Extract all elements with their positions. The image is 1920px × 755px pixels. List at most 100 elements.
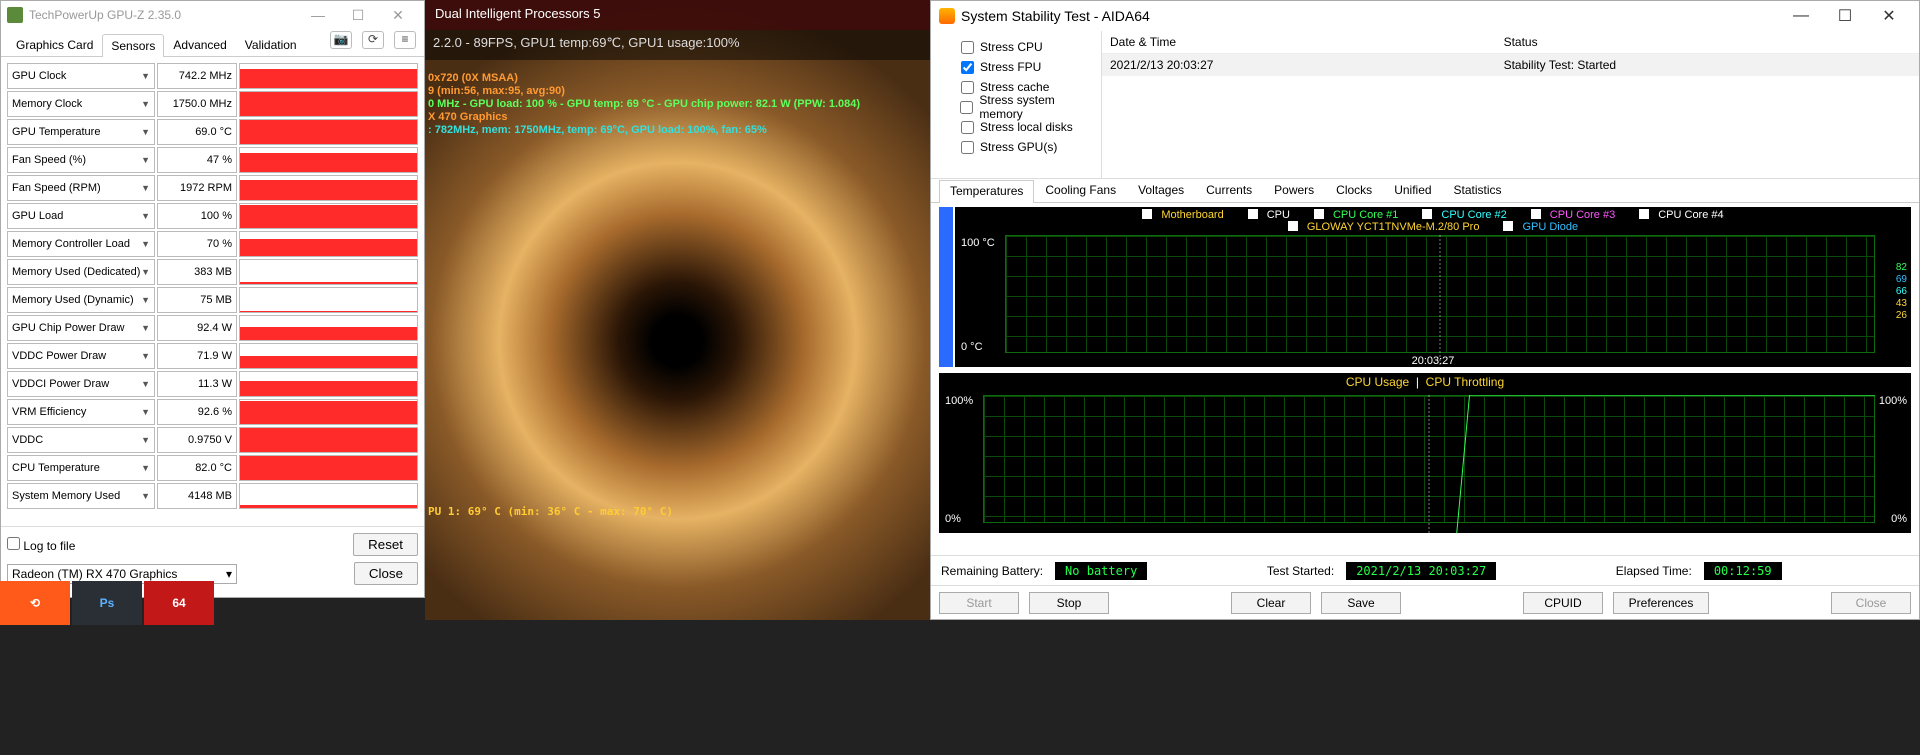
sensor-value: 0.9750 V [157, 427, 237, 453]
sensor-label[interactable]: GPU Load▼ [7, 203, 155, 229]
sensor-graph[interactable] [239, 203, 418, 229]
sensor-value: 4148 MB [157, 483, 237, 509]
aida-close-button-footer[interactable]: Close [1831, 592, 1911, 614]
legend-item[interactable]: CPU [1242, 209, 1296, 221]
sensor-graph[interactable] [239, 259, 418, 285]
temp-readout: 66 [1896, 286, 1907, 298]
aida-tab[interactable]: Cooling Fans [1034, 179, 1127, 202]
aida-titlebar[interactable]: System Stability Test - AIDA64 — ☐ ✕ [931, 1, 1919, 31]
legend-item[interactable]: Motherboard [1136, 209, 1229, 221]
refresh-button[interactable]: ⟳ [362, 31, 384, 49]
taskbar-app-photoshop[interactable]: Ps [72, 581, 142, 625]
aida-tab[interactable]: Powers [1263, 179, 1325, 202]
sensor-label[interactable]: Memory Clock▼ [7, 91, 155, 117]
sensor-row: VRM Efficiency▼ 92.6 % [7, 399, 418, 425]
sensor-graph[interactable] [239, 91, 418, 117]
legend-item[interactable]: GLOWAY YCT1TNVMe-M.2/80 Pro [1282, 221, 1486, 233]
temp-readout: 43 [1896, 298, 1907, 310]
legend-item[interactable]: CPU Core #1 [1308, 209, 1404, 221]
aida-close-button[interactable]: ✕ [1867, 6, 1911, 26]
sensor-row: Fan Speed (%)▼ 47 % [7, 147, 418, 173]
sensor-label[interactable]: CPU Temperature▼ [7, 455, 155, 481]
aida-tab[interactable]: Temperatures [939, 180, 1034, 203]
save-button[interactable]: Save [1321, 592, 1401, 614]
sensor-graph[interactable] [239, 175, 418, 201]
stress-option[interactable]: Stress system memory [939, 97, 1097, 117]
sensor-graph[interactable] [239, 343, 418, 369]
sensor-graph[interactable] [239, 231, 418, 257]
game-titlebar: Dual Intelligent Processors 5 [425, 0, 930, 30]
legend-item[interactable]: CPU Core #3 [1525, 209, 1621, 221]
sensor-label[interactable]: GPU Temperature▼ [7, 119, 155, 145]
sensor-label[interactable]: Fan Speed (%)▼ [7, 147, 155, 173]
taskbar-app-aida64[interactable]: 64 [144, 581, 214, 625]
minimize-button[interactable]: — [298, 7, 338, 23]
stress-options: Stress CPUStress FPUStress cacheStress s… [931, 31, 1101, 178]
sensor-label[interactable]: GPU Chip Power Draw▼ [7, 315, 155, 341]
sensor-row: CPU Temperature▼ 82.0 °C [7, 455, 418, 481]
sensor-label[interactable]: Fan Speed (RPM)▼ [7, 175, 155, 201]
tab-sensors[interactable]: Sensors [102, 34, 164, 57]
sensor-label[interactable]: System Memory Used▼ [7, 483, 155, 509]
screenshot-button[interactable]: 📷 [330, 31, 352, 49]
sensor-row: Memory Clock▼ 1750.0 MHz [7, 91, 418, 117]
aida-tab[interactable]: Voltages [1127, 179, 1195, 202]
sensor-label[interactable]: VDDCI Power Draw▼ [7, 371, 155, 397]
stop-button[interactable]: Stop [1029, 592, 1109, 614]
clear-button[interactable]: Clear [1231, 592, 1311, 614]
sensor-graph[interactable] [239, 315, 418, 341]
sensor-label[interactable]: Memory Controller Load▼ [7, 231, 155, 257]
aida-minimize-button[interactable]: — [1779, 7, 1823, 25]
tab-advanced[interactable]: Advanced [164, 33, 235, 56]
sensor-label[interactable]: Memory Used (Dynamic)▼ [7, 287, 155, 313]
sensor-graph[interactable] [239, 119, 418, 145]
menu-button[interactable]: ≡ [394, 31, 416, 49]
aida-status-bar: Remaining Battery: No battery Test Start… [931, 555, 1919, 585]
preferences-button[interactable]: Preferences [1613, 592, 1709, 614]
sensor-label[interactable]: Memory Used (Dedicated)▼ [7, 259, 155, 285]
taskbar-app-1[interactable]: ⟲ [0, 581, 70, 625]
game-stats-text: 2.2.0 - 89FPS, GPU1 temp:69℃, GPU1 usage… [433, 35, 740, 50]
gpuz-app-icon [7, 7, 23, 23]
start-button[interactable]: Start [939, 592, 1019, 614]
aida-maximize-button[interactable]: ☐ [1823, 6, 1867, 26]
legend-item[interactable]: CPU Core #2 [1416, 209, 1512, 221]
aida-tab[interactable]: Statistics [1443, 179, 1513, 202]
temp-readout: 69 [1896, 274, 1907, 286]
legend-item[interactable]: CPU Core #4 [1633, 209, 1729, 221]
legend-item[interactable]: GPU Diode [1497, 221, 1584, 233]
sensor-graph[interactable] [239, 399, 418, 425]
tab-graphics-card[interactable]: Graphics Card [7, 33, 102, 56]
msi-afterburner-overlay: 0x720 (0X MSAA) 9 (min:56, max:95, avg:9… [428, 72, 860, 137]
sensor-label[interactable]: VRM Efficiency▼ [7, 399, 155, 425]
aida-tab[interactable]: Unified [1383, 179, 1442, 202]
aida-tab[interactable]: Currents [1195, 179, 1263, 202]
cpuid-button[interactable]: CPUID [1523, 592, 1603, 614]
sensor-label[interactable]: VDDC▼ [7, 427, 155, 453]
sensor-graph[interactable] [239, 455, 418, 481]
close-button-footer[interactable]: Close [354, 562, 418, 585]
stress-option[interactable]: Stress FPU [939, 57, 1097, 77]
stress-option[interactable]: Stress GPU(s) [939, 137, 1097, 157]
aida-tab[interactable]: Clocks [1325, 179, 1383, 202]
reset-button[interactable]: Reset [353, 533, 418, 556]
sensor-graph[interactable] [239, 371, 418, 397]
tab-validation[interactable]: Validation [236, 33, 306, 56]
sensor-graph[interactable] [239, 483, 418, 509]
sensor-graph[interactable] [239, 63, 418, 89]
usage-y-top: 100% [945, 395, 973, 407]
close-button[interactable]: ✕ [378, 7, 418, 24]
maximize-button[interactable]: ☐ [338, 7, 378, 24]
stress-option[interactable]: Stress CPU [939, 37, 1097, 57]
log-to-file-checkbox[interactable]: Log to file [7, 537, 75, 553]
temp-right-values: 8269664326 [1896, 262, 1907, 322]
sensor-label[interactable]: GPU Clock▼ [7, 63, 155, 89]
chart-color-bar [939, 207, 953, 367]
sensor-label[interactable]: VDDC Power Draw▼ [7, 343, 155, 369]
sensor-graph[interactable] [239, 427, 418, 453]
aida64-window: System Stability Test - AIDA64 — ☐ ✕ Str… [930, 0, 1920, 620]
sensor-graph[interactable] [239, 147, 418, 173]
sensor-graph[interactable] [239, 287, 418, 313]
overlay-line-1: 0x720 (0X MSAA) [428, 72, 860, 85]
gpuz-titlebar[interactable]: TechPowerUp GPU-Z 2.35.0 — ☐ ✕ [1, 1, 424, 29]
